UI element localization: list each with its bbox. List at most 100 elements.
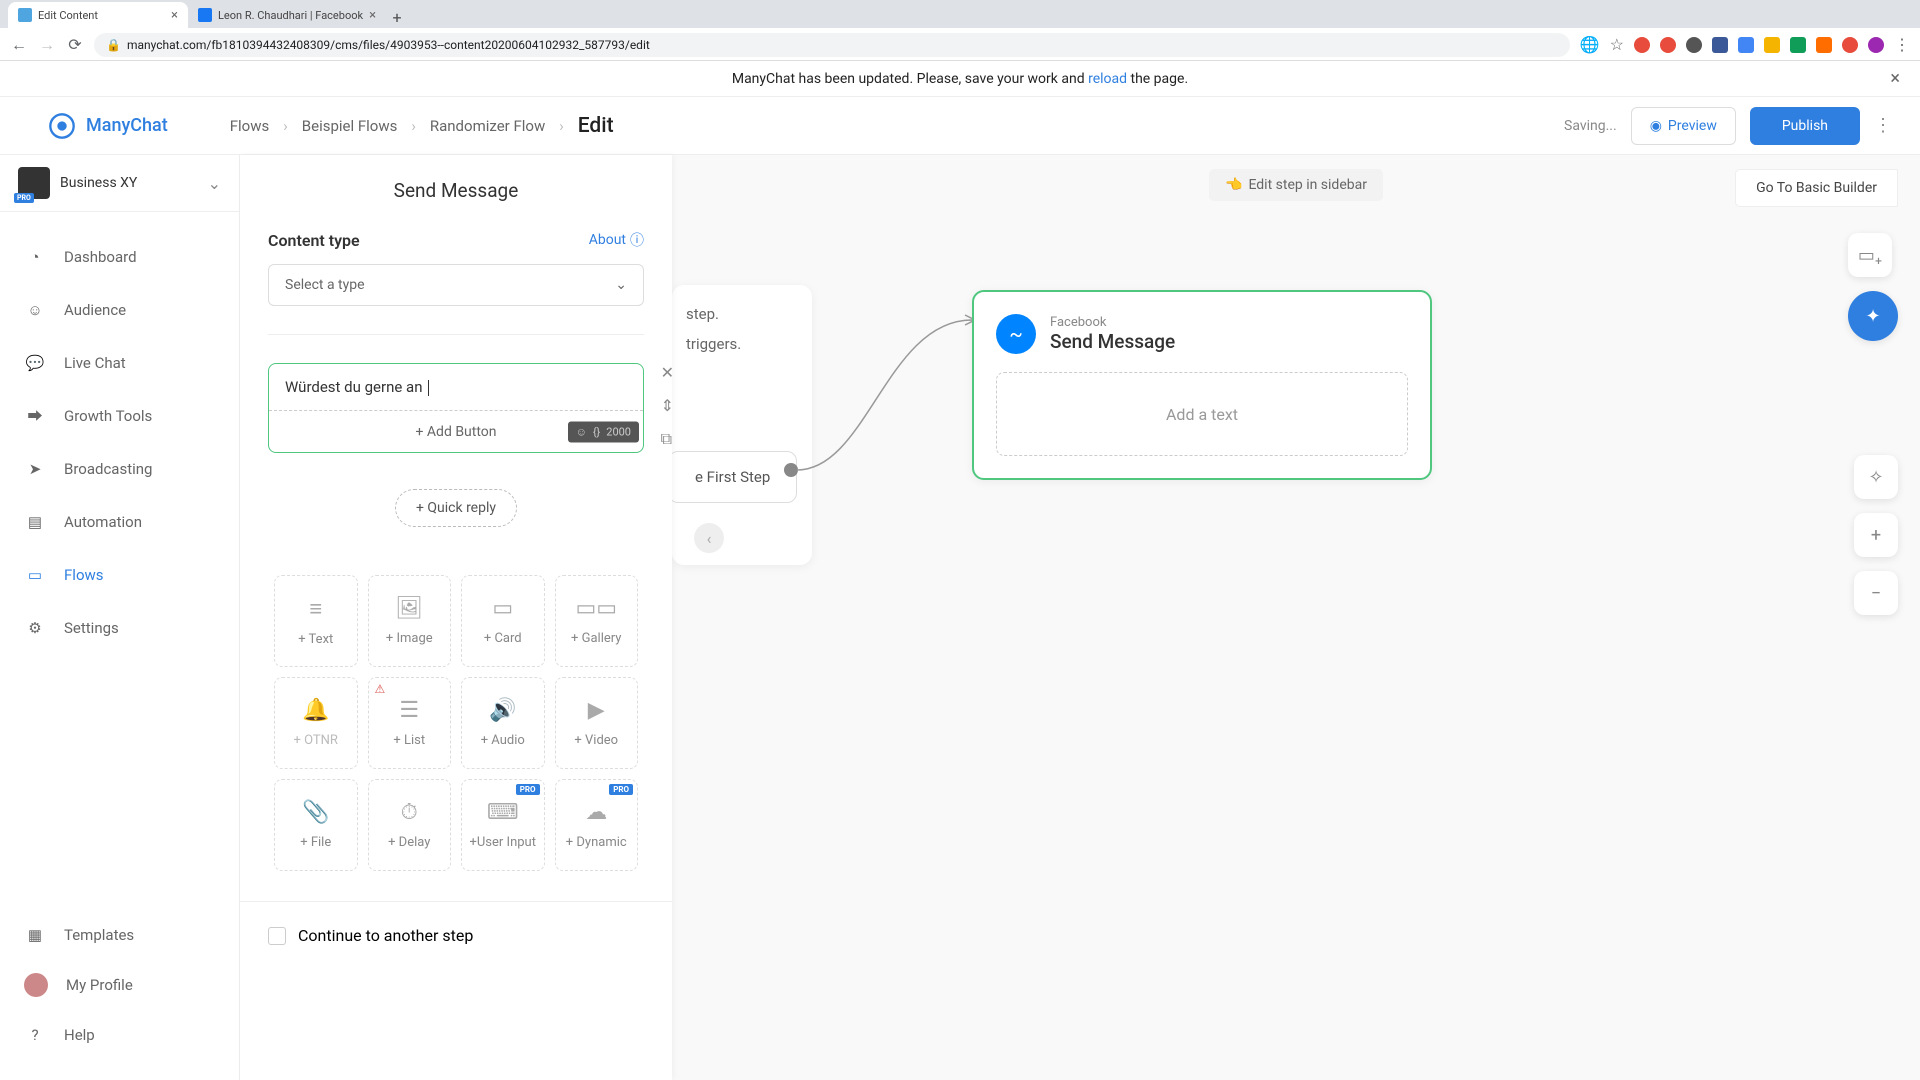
extension-icon[interactable] bbox=[1660, 37, 1676, 53]
start-node-peek[interactable]: step. triggers. bbox=[672, 285, 812, 565]
user-icon: ☺ bbox=[24, 299, 46, 321]
block-audio[interactable]: 🔊+ Audio bbox=[461, 677, 545, 769]
sidebar-bottom: ▦ Templates My Profile ?Help bbox=[0, 910, 239, 1080]
gauge-icon: ◔ bbox=[24, 246, 46, 268]
url-input[interactable]: 🔒 manychat.com/fb181039443240830​9/cms/f… bbox=[94, 33, 1570, 57]
sidebar-item-templates[interactable]: ▦ Templates bbox=[0, 910, 239, 960]
browser-tab-active[interactable]: Edit Content × bbox=[8, 2, 188, 28]
reload-link[interactable]: reload bbox=[1088, 71, 1127, 87]
content-type-select[interactable]: Select a type ⌄ bbox=[268, 264, 644, 306]
address-bar: ← → ⟳ 🔒 manychat.com/fb181039443240830​9… bbox=[0, 28, 1920, 61]
ai-assist-button[interactable]: ✦ bbox=[1848, 291, 1898, 341]
logo[interactable]: ManyChat bbox=[48, 112, 168, 140]
info-icon: ⓘ bbox=[630, 230, 644, 250]
sidebar-item-flows[interactable]: ▭Flows bbox=[0, 548, 239, 601]
block-userinput[interactable]: PRO⌨+User Input bbox=[461, 779, 545, 871]
continue-checkbox[interactable] bbox=[268, 927, 286, 945]
block-text[interactable]: ≡+ Text bbox=[274, 575, 358, 667]
sidebar-item-label: My Profile bbox=[66, 976, 133, 994]
first-step-chip[interactable]: e First Step bbox=[672, 451, 797, 503]
extension-icon[interactable] bbox=[1738, 37, 1754, 53]
menu-icon[interactable]: ⋮ bbox=[1894, 35, 1910, 54]
connection-dot[interactable] bbox=[784, 463, 798, 477]
sidebar-item-help[interactable]: ?Help bbox=[0, 1010, 239, 1060]
add-node-button[interactable]: ▭₊ bbox=[1848, 233, 1892, 277]
block-file[interactable]: 📎+ File bbox=[274, 779, 358, 871]
publish-button[interactable]: Publish bbox=[1750, 107, 1860, 145]
close-icon[interactable]: × bbox=[369, 8, 376, 23]
extension-icon[interactable] bbox=[1712, 37, 1728, 53]
extension-icon[interactable] bbox=[1634, 37, 1650, 53]
quick-reply-button[interactable]: + Quick reply bbox=[395, 489, 517, 527]
editor-panel: Send Message Content type About ⓘ Select… bbox=[240, 155, 672, 1080]
sidebar-item-profile[interactable]: My Profile bbox=[0, 960, 239, 1010]
lock-icon: 🔒 bbox=[106, 38, 121, 52]
extension-icon[interactable] bbox=[1816, 37, 1832, 53]
image-icon: 🖼 bbox=[395, 596, 423, 621]
about-link[interactable]: About ⓘ bbox=[589, 230, 644, 250]
block-card[interactable]: ▭+ Card bbox=[461, 575, 545, 667]
extension-icon[interactable] bbox=[1764, 37, 1780, 53]
wand-icon[interactable]: ✧ bbox=[1854, 455, 1898, 499]
forward-icon[interactable]: → bbox=[38, 36, 56, 54]
sidebar-item-label: Growth Tools bbox=[64, 407, 152, 425]
block-dynamic[interactable]: PRO☁+ Dynamic bbox=[555, 779, 639, 871]
close-icon[interactable]: × bbox=[171, 8, 178, 23]
canvas-tools-zoom: ✧ + − bbox=[1854, 455, 1898, 615]
sidebar-item-label: Automation bbox=[64, 513, 142, 531]
flow-canvas[interactable]: 👈 Edit step in sidebar Go To Basic Build… bbox=[672, 155, 1920, 1080]
crumb[interactable]: Flows bbox=[230, 117, 270, 135]
resize-icon[interactable]: ⇕ bbox=[661, 396, 672, 415]
browser-tab[interactable]: Leon R. Chaudhari | Facebook × bbox=[188, 2, 386, 28]
sidebar-item-automation[interactable]: ▤Automation bbox=[0, 495, 239, 548]
block-otnr[interactable]: 🔔+ OTNR bbox=[274, 677, 358, 769]
sidebar-item-growth[interactable]: ⮕Growth Tools bbox=[0, 389, 239, 442]
chevron-down-icon: ⌄ bbox=[615, 277, 627, 293]
zoom-in-button[interactable]: + bbox=[1854, 513, 1898, 557]
block-image[interactable]: 🖼+ Image bbox=[368, 575, 452, 667]
sidebar-item-broadcasting[interactable]: ➤Broadcasting bbox=[0, 442, 239, 495]
more-icon[interactable]: ⋮ bbox=[1874, 115, 1892, 136]
close-icon[interactable]: ✕ bbox=[661, 363, 672, 382]
star-icon[interactable]: ☆ bbox=[1610, 35, 1624, 54]
crumb[interactable]: Randomizer Flow bbox=[430, 117, 545, 135]
braces-icon[interactable]: {} bbox=[593, 425, 600, 438]
go-basic-button[interactable]: Go To Basic Builder bbox=[1735, 169, 1898, 207]
edit-step-pill[interactable]: 👈 Edit step in sidebar bbox=[1209, 169, 1383, 201]
message-text-input[interactable]: Würdest du gerne an bbox=[269, 364, 643, 410]
sidebar-item-audience[interactable]: ☺Audience bbox=[0, 283, 239, 336]
new-tab-button[interactable]: + bbox=[386, 6, 408, 28]
extension-icon[interactable] bbox=[1686, 37, 1702, 53]
extension-icon[interactable] bbox=[1790, 37, 1806, 53]
block-gallery[interactable]: ▭▭+ Gallery bbox=[555, 575, 639, 667]
sidebar-item-label: Templates bbox=[64, 926, 134, 944]
crumb[interactable]: Beispiel Flows bbox=[302, 117, 398, 135]
back-icon[interactable]: ← bbox=[10, 36, 28, 54]
reload-icon[interactable]: ⟳ bbox=[66, 36, 84, 54]
paperclip-icon: 📎 bbox=[302, 800, 329, 825]
sidebar-item-livechat[interactable]: 💬Live Chat bbox=[0, 336, 239, 389]
continue-row[interactable]: Continue to another step bbox=[240, 901, 672, 945]
translate-icon[interactable]: 🌐 bbox=[1580, 35, 1600, 54]
zoom-out-button[interactable]: − bbox=[1854, 571, 1898, 615]
sidebar-item-dashboard[interactable]: ◔Dashboard bbox=[0, 230, 239, 283]
copy-icon[interactable]: ⧉ bbox=[661, 429, 672, 449]
workspace-selector[interactable]: PRO Business XY ⌄ bbox=[0, 155, 239, 212]
emoji-icon[interactable]: ☺ bbox=[576, 425, 587, 438]
block-delay[interactable]: ⏱+ Delay bbox=[368, 779, 452, 871]
avatar-icon[interactable] bbox=[1868, 37, 1884, 53]
sidebar-item-settings[interactable]: ⚙Settings bbox=[0, 601, 239, 654]
add-text-placeholder[interactable]: Add a text bbox=[996, 372, 1408, 456]
preview-button[interactable]: ◉ Preview bbox=[1631, 107, 1736, 145]
add-button-row[interactable]: + Add Button ☺ {} 2000 bbox=[269, 410, 643, 452]
block-video[interactable]: ▶+ Video bbox=[555, 677, 639, 769]
close-icon[interactable]: × bbox=[1890, 68, 1900, 89]
tab-title: Leon R. Chaudhari | Facebook bbox=[218, 9, 363, 22]
preview-label: Preview bbox=[1668, 118, 1717, 134]
block-list[interactable]: ⚠☰+ List bbox=[368, 677, 452, 769]
grid-icon: ▦ bbox=[24, 924, 46, 946]
send-message-node[interactable]: ~ Facebook Send Message Add a text bbox=[972, 290, 1432, 480]
collapse-button[interactable]: ‹ bbox=[694, 523, 724, 553]
tab-favicon bbox=[18, 8, 32, 22]
extension-icon[interactable] bbox=[1842, 37, 1858, 53]
